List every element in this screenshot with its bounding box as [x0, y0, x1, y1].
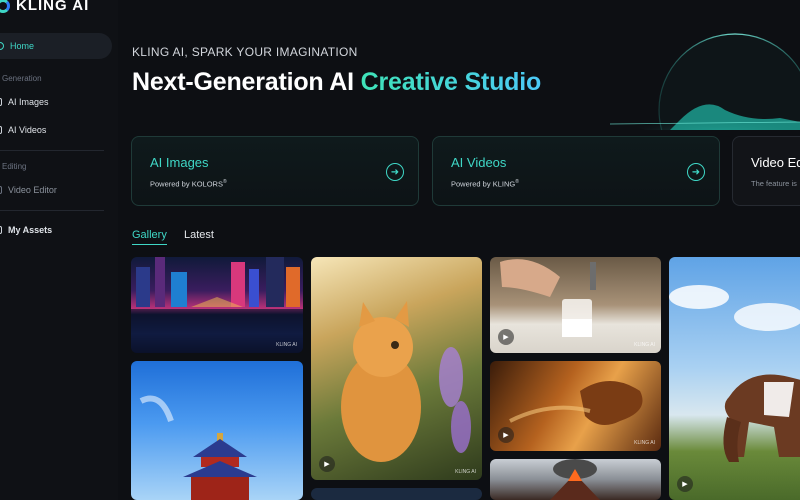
sidebar-item-ai-images[interactable]: AI Images — [0, 89, 49, 115]
sidebar-item-label: Home — [10, 41, 35, 51]
city-skyline-image — [131, 257, 303, 353]
milk-pour-image — [500, 259, 596, 337]
gallery-tile-dragon[interactable]: ▶ KLING AI — [490, 361, 661, 451]
play-icon[interactable]: ▶ — [319, 456, 335, 472]
sidebar-item-my-assets[interactable]: My Assets — [0, 217, 52, 243]
temple-image — [139, 395, 257, 500]
gallery-tile-milk[interactable]: ▶ KLING AI — [490, 257, 661, 353]
card-ai-videos[interactable]: AI Videos Powered by KLING® ➜ — [432, 136, 720, 206]
video-icon — [0, 126, 2, 134]
arrow-right-icon[interactable]: ➜ — [687, 163, 705, 181]
logo-text: KLING AI — [16, 0, 90, 14]
image-icon — [0, 98, 2, 106]
video-editor-icon — [0, 186, 2, 194]
hero-subtitle: KLING AI, SPARK YOUR IMAGINATION — [132, 45, 358, 59]
sidebar-item-label: Video Editor — [8, 185, 57, 195]
sidebar-item-label: AI Videos — [8, 125, 47, 135]
sidebar-item-label: My Assets — [8, 225, 53, 235]
kling-logo-icon — [0, 0, 10, 13]
section-label-generation: Generation — [2, 74, 42, 83]
tab-gallery[interactable]: Gallery — [132, 229, 167, 245]
card-subtitle: The feature is — [751, 179, 797, 188]
hero-planet-graphic — [610, 33, 800, 130]
tab-latest[interactable]: Latest — [184, 229, 214, 241]
app-logo[interactable]: KLING AI — [0, 0, 89, 14]
horse-image — [669, 285, 800, 462]
kitten-image — [341, 301, 471, 462]
folder-icon — [0, 226, 2, 234]
play-icon[interactable]: ▶ — [498, 329, 514, 345]
gallery-tile-partial[interactable] — [311, 488, 482, 500]
card-title: AI Videos — [451, 155, 507, 170]
watermark: KLING AI — [634, 440, 655, 446]
arrow-right-icon[interactable]: ➜ — [386, 163, 404, 181]
sidebar-divider — [0, 210, 104, 211]
watermark: KLING AI — [276, 342, 297, 348]
card-subtitle: Powered by KLING® — [451, 179, 519, 189]
play-icon[interactable]: ▶ — [677, 476, 693, 492]
gallery-tile-volcano[interactable] — [490, 459, 661, 500]
section-label-editing: Editing — [2, 162, 27, 171]
play-icon[interactable]: ▶ — [498, 427, 514, 443]
volcano-image — [550, 459, 600, 500]
card-title: Video Ed — [751, 155, 800, 170]
hero-title: Next-Generation AI Creative Studio — [132, 68, 541, 97]
gallery-tile-horse[interactable]: ▶ — [669, 257, 800, 500]
watermark: KLING AI — [455, 469, 476, 475]
gallery-tile-temple[interactable] — [131, 361, 303, 500]
hero-title-main: Next-Generation AI — [132, 68, 361, 96]
card-video-editor[interactable]: Video Ed The feature is — [732, 136, 800, 206]
watermark: KLING AI — [634, 342, 655, 348]
gallery-tile-city-night[interactable]: KLING AI — [131, 257, 303, 353]
sidebar: KLING AI Home Generation AI Images AI Vi… — [0, 0, 118, 500]
sidebar-divider — [0, 150, 104, 151]
sidebar-item-video-editor[interactable]: Video Editor — [0, 177, 57, 203]
sidebar-item-home[interactable]: Home — [0, 33, 112, 59]
sidebar-item-label: AI Images — [8, 97, 49, 107]
home-icon — [0, 42, 4, 50]
sidebar-item-ai-videos[interactable]: AI Videos — [0, 117, 46, 143]
card-ai-images[interactable]: AI Images Powered by KOLORS® ➜ — [131, 136, 419, 206]
hero-title-accent: Creative Studio — [360, 68, 542, 96]
card-subtitle: Powered by KOLORS® — [150, 179, 227, 189]
card-title: AI Images — [150, 155, 209, 170]
dragon-image — [509, 381, 643, 425]
gallery-tile-kitten[interactable]: ▶ KLING AI — [311, 257, 482, 480]
